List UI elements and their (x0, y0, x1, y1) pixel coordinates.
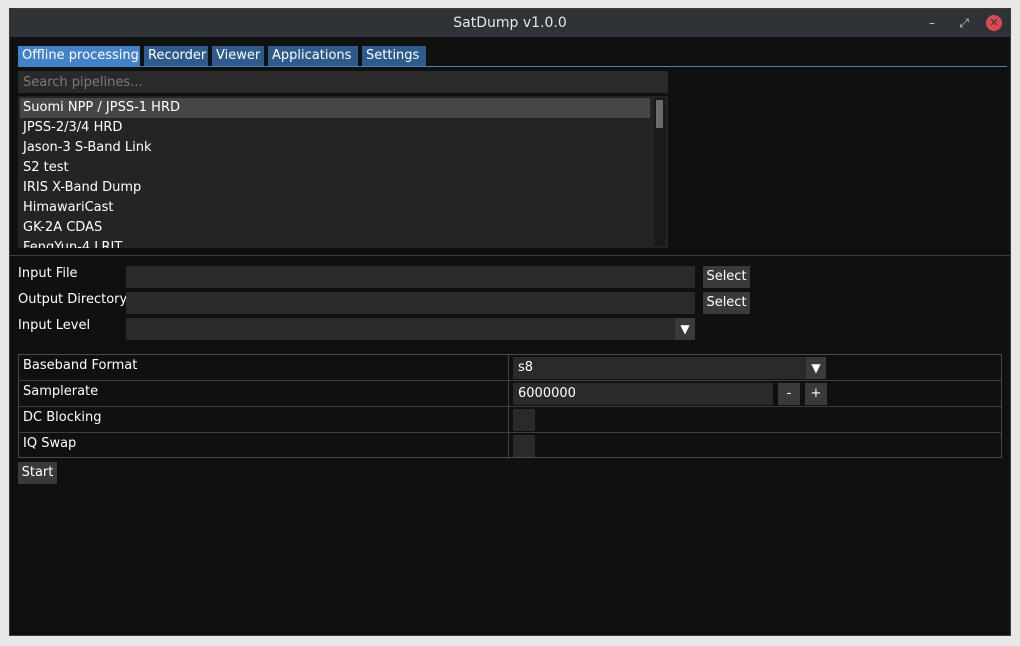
pipeline-list[interactable]: Suomi NPP / JPSS-1 HRD JPSS-2/3/4 HRD Ja… (18, 96, 668, 248)
start-button[interactable]: Start (18, 462, 57, 484)
list-item[interactable]: GK-2A CDAS (20, 218, 650, 238)
output-directory-label: Output Directory (18, 292, 128, 307)
output-directory-select-button[interactable]: Select (703, 292, 750, 314)
tab-underline (18, 66, 1007, 67)
title-bar[interactable]: SatDump v1.0.0 – ⤢ ✕ (10, 9, 1010, 37)
samplerate-decrement-button[interactable]: - (778, 383, 800, 405)
tab-recorder[interactable]: Recorder (144, 46, 208, 66)
dc-blocking-label: DC Blocking (23, 410, 102, 425)
table-row: IQ Swap (19, 433, 1001, 459)
maximize-icon[interactable]: ⤢ (956, 15, 972, 31)
iq-swap-label: IQ Swap (23, 436, 77, 451)
close-icon[interactable]: ✕ (986, 15, 1002, 31)
tab-applications[interactable]: Applications (268, 46, 358, 66)
input-level-label: Input Level (18, 318, 91, 333)
samplerate-increment-button[interactable]: + (805, 383, 827, 405)
list-item[interactable]: FengYun-4 LRIT (20, 238, 650, 248)
list-item[interactable]: JPSS-2/3/4 HRD (20, 118, 650, 138)
parameters-table: Baseband Format s8 ▼ Samplerate 6000000 … (18, 354, 1002, 459)
scrollbar-thumb[interactable] (656, 100, 663, 128)
tab-viewer[interactable]: Viewer (212, 46, 264, 66)
list-item[interactable]: Suomi NPP / JPSS-1 HRD (20, 98, 650, 118)
search-input[interactable] (18, 71, 668, 93)
samplerate-label: Samplerate (23, 384, 99, 399)
iq-swap-checkbox[interactable] (513, 435, 535, 457)
output-directory-field[interactable] (126, 292, 695, 314)
input-level-dropdown[interactable] (126, 318, 695, 340)
list-item[interactable]: S2 test (20, 158, 650, 178)
input-file-field[interactable] (126, 266, 695, 288)
list-item[interactable]: Jason-3 S-Band Link (20, 138, 650, 158)
tab-settings[interactable]: Settings (362, 46, 426, 66)
list-item[interactable]: IRIS X-Band Dump (20, 178, 650, 198)
section-divider (10, 255, 1010, 256)
list-item[interactable]: HimawariCast (20, 198, 650, 218)
app-window: SatDump v1.0.0 – ⤢ ✕ Offline processing … (9, 8, 1011, 636)
input-file-select-button[interactable]: Select (703, 266, 750, 288)
tab-offline-processing[interactable]: Offline processing (18, 46, 140, 66)
window-title: SatDump v1.0.0 (453, 15, 567, 31)
chevron-down-icon[interactable]: ▼ (675, 318, 695, 340)
chevron-down-icon[interactable]: ▼ (806, 357, 826, 379)
list-scrollbar[interactable] (654, 98, 666, 246)
input-file-label: Input File (18, 266, 78, 281)
table-row: Baseband Format s8 ▼ (19, 355, 1001, 381)
dc-blocking-checkbox[interactable] (513, 409, 535, 431)
baseband-format-label: Baseband Format (23, 358, 138, 373)
baseband-format-dropdown[interactable]: s8 (513, 357, 808, 379)
table-row: DC Blocking (19, 407, 1001, 433)
minimize-icon[interactable]: – (924, 15, 940, 31)
samplerate-input[interactable]: 6000000 (513, 383, 773, 405)
table-row: Samplerate 6000000 - + (19, 381, 1001, 407)
